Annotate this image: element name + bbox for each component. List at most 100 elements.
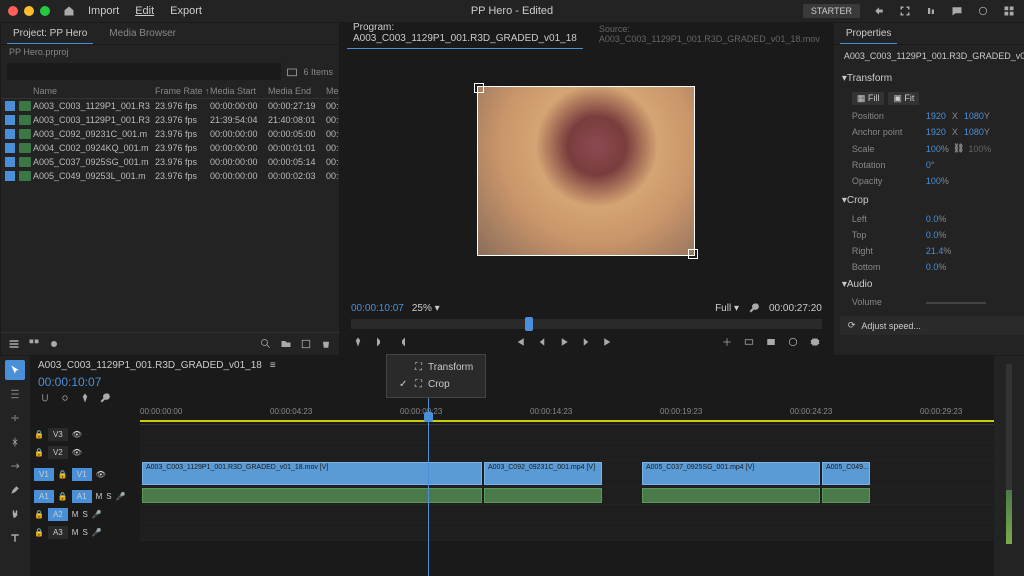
val-pos-y[interactable]: 1080 [964,111,984,121]
add-marker-icon[interactable] [351,335,365,349]
bin-row[interactable]: A005_C049_09253L_001.m23.976 fps00:00:00… [1,169,339,183]
chat-icon[interactable] [950,4,964,18]
col-framerate[interactable]: Frame Rate ↑ [155,86,210,96]
comparison-icon[interactable] [786,335,800,349]
mini-playbar[interactable] [351,319,822,329]
track-v3-label[interactable]: V3 [48,428,68,441]
new-item-icon[interactable] [299,337,313,351]
src-a1[interactable]: A1 [34,490,54,503]
adjust-speed-button[interactable]: ⟳ Adjust speed... [840,316,1024,335]
track-select-tool[interactable] [5,384,25,404]
trash-icon[interactable] [319,337,333,351]
val-scale[interactable]: 100 [926,144,941,154]
project-search-input[interactable] [7,63,281,80]
val-crop-right[interactable]: 21.4 [926,246,944,256]
col-media-dur[interactable]: Medi [326,86,339,96]
bin-row[interactable]: A005_C037_0925SG_001.m23.976 fps00:00:00… [1,155,339,169]
freeform-view-icon[interactable] [47,337,61,351]
analyze-icon[interactable] [924,4,938,18]
new-bin-icon[interactable] [279,337,293,351]
sec-crop[interactable]: Crop [847,195,869,206]
home-icon[interactable] [62,4,76,18]
snap-icon[interactable] [38,391,52,405]
fullscreen-icon[interactable] [898,4,912,18]
bin-icon[interactable] [285,65,299,79]
fill-pill[interactable]: ▦ Fill [852,92,885,105]
bin-row[interactable]: A003_C003_1129P1_001.R323.976 fps21:39:5… [1,113,339,127]
track-a3-label[interactable]: A3 [48,526,68,539]
sec-transform[interactable]: Transform [847,73,892,84]
bin-row[interactable]: A004_C002_0924KQ_001.m23.976 fps00:00:00… [1,141,339,155]
timeline-audio-clip[interactable] [142,488,482,503]
ctx-crop[interactable]: ✓⛶Crop [391,376,481,393]
tab-project[interactable]: Project: PP Hero [7,24,93,44]
program-monitor[interactable] [341,45,832,297]
type-tool[interactable] [5,528,25,548]
hand-tool[interactable] [5,504,25,524]
bin-row[interactable]: A003_C003_1129P1_001.R323.976 fps00:00:0… [1,99,339,113]
step-forward-icon[interactable] [579,335,593,349]
go-to-in-icon[interactable] [513,335,527,349]
mark-in-icon[interactable] [373,335,387,349]
src-v1[interactable]: V1 [34,468,54,481]
timeline-clip[interactable]: A003_C092_09231C_001.mp4 [V] [484,462,602,485]
tab-properties[interactable]: Properties [840,24,898,44]
tab-source[interactable]: Source: A003_C003_1129P1_001.R3D_GRADED_… [593,20,826,48]
val-opacity[interactable]: 100 [926,176,941,186]
bin-row[interactable]: A003_C092_09231C_001.m23.976 fps00:00:00… [1,127,339,141]
program-timecode-in[interactable]: 00:00:10:07 [351,303,404,314]
wrench-icon[interactable] [747,301,761,315]
sync-icon[interactable] [976,4,990,18]
tab-media-browser[interactable]: Media Browser [103,24,182,43]
timeline-clip[interactable]: A005_C037_0925SG_001.mp4 [V] [642,462,820,485]
track-v1-label[interactable]: V1 [72,468,92,481]
col-media-start[interactable]: Media Start [210,86,268,96]
val-crop-top[interactable]: 0.0 [926,230,939,240]
workspace-selector[interactable]: STARTER [803,4,860,18]
timeline-clip[interactable]: A005_C049... [822,462,870,485]
grid-icon[interactable] [1002,4,1016,18]
play-icon[interactable] [557,335,571,349]
menu-import[interactable]: Import [88,5,119,17]
val-anchor-y[interactable]: 1080 [964,127,984,137]
lift-icon[interactable] [720,335,734,349]
slip-tool[interactable] [5,456,25,476]
export-frame-icon[interactable] [764,335,778,349]
menu-edit[interactable]: Edit [135,5,154,17]
selection-tool[interactable] [5,360,25,380]
extract-icon[interactable] [742,335,756,349]
minimize-window-icon[interactable] [24,6,34,16]
maximize-window-icon[interactable] [40,6,50,16]
val-crop-left[interactable]: 0.0 [926,214,939,224]
timeline-audio-clip[interactable] [642,488,820,503]
crop-frame[interactable] [477,86,695,256]
ripple-edit-tool[interactable] [5,408,25,428]
razor-tool[interactable] [5,432,25,452]
share-icon[interactable] [872,4,886,18]
marker-tool-icon[interactable] [78,391,92,405]
mark-out-icon[interactable] [395,335,409,349]
link-icon[interactable]: ⛓ [953,143,964,154]
settings-tool-icon[interactable] [98,391,112,405]
col-media-end[interactable]: Media End [268,86,326,96]
sec-audio[interactable]: Audio [847,279,873,290]
fit-selector[interactable]: Full ▾ [715,303,739,314]
val-pos-x[interactable]: 1920 [926,111,946,121]
track-a1-label[interactable]: A1 [72,490,92,503]
find-icon[interactable] [259,337,273,351]
menu-export[interactable]: Export [170,5,202,17]
step-back-icon[interactable] [535,335,549,349]
list-view-icon[interactable] [7,337,21,351]
ctx-transform[interactable]: ⛶Transform [391,359,481,376]
col-name[interactable]: Name [33,86,155,96]
timeline-clip[interactable]: A003_C003_1129P1_001.R3D_GRADED_v01_18.m… [142,462,482,485]
close-window-icon[interactable] [8,6,18,16]
sequence-name[interactable]: A003_C003_1129P1_001.R3D_GRADED_v01_18 [38,360,262,371]
linked-selection-icon[interactable] [58,391,72,405]
val-anchor-x[interactable]: 1920 [926,127,946,137]
timeline-ruler[interactable]: 00:00:00:0000:00:04:2300:00:09:2300:00:1… [140,407,994,425]
track-a2-label[interactable]: A2 [48,508,68,521]
icon-view-icon[interactable] [27,337,41,351]
pen-tool[interactable] [5,480,25,500]
settings-icon[interactable] [808,335,822,349]
